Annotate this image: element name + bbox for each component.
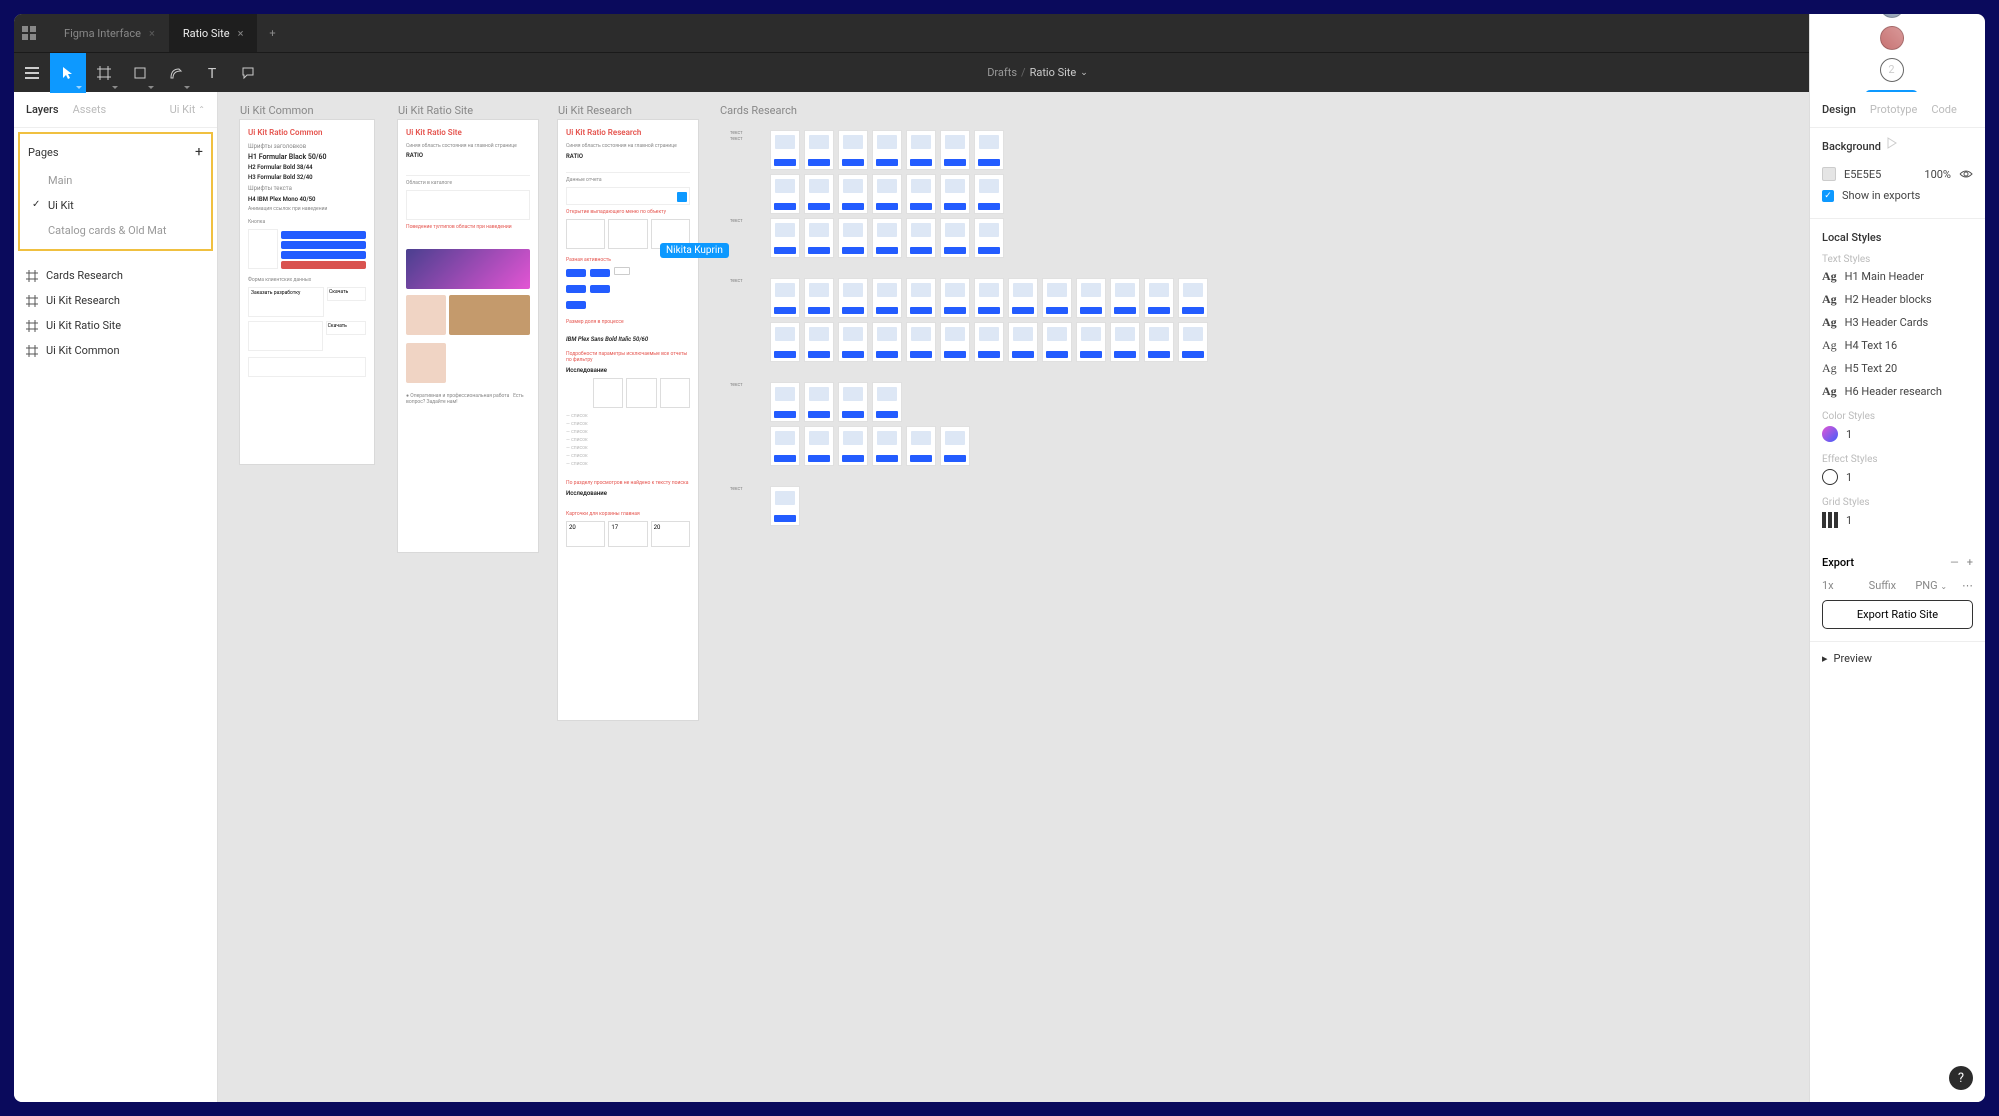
toolbar: T Drafts / Ratio Site ⌄ 2 Share 14%⌄ bbox=[14, 52, 1985, 92]
tab-layers[interactable]: Layers bbox=[26, 103, 59, 116]
plus-icon[interactable]: + bbox=[1967, 556, 1973, 569]
figma-menu-icon[interactable] bbox=[22, 26, 50, 40]
page-catalog[interactable]: Catalog cards & Old Mat bbox=[20, 218, 211, 243]
preview-toggle[interactable]: ▸ Preview bbox=[1810, 642, 1985, 675]
left-panel: Layers Assets Ui Kit⌃ Pages + Main Ui Ki… bbox=[14, 92, 218, 1102]
text-style-item[interactable]: AgH6 Header research bbox=[1822, 380, 1973, 403]
right-panel: Design Prototype Code Background E5E5E5 … bbox=[1809, 92, 1985, 1102]
artboard-ui-kit-common[interactable]: Ui Kit Ratio Common Шрифты заголовков H1… bbox=[240, 120, 374, 464]
more-icon[interactable]: ⋯ bbox=[1962, 579, 1973, 592]
artboard-cards-research[interactable]: тексттекст текст текст bbox=[720, 120, 1240, 640]
frame-item[interactable]: Cards Research bbox=[14, 263, 217, 288]
text-style-item[interactable]: AgH4 Text 16 bbox=[1822, 334, 1973, 357]
color-swatch[interactable] bbox=[1822, 167, 1836, 181]
canvas[interactable]: Ui Kit Common Ui Kit Ratio Common Шрифты… bbox=[218, 92, 1809, 1102]
tab-label: Figma Interface bbox=[64, 27, 141, 40]
text-tool[interactable]: T bbox=[194, 53, 230, 93]
export-format[interactable]: PNG ⌄ bbox=[1915, 579, 1956, 592]
background-color[interactable]: E5E5E5 bbox=[1844, 168, 1881, 181]
frame-label[interactable]: Ui Kit Common bbox=[240, 104, 314, 117]
frame-icon bbox=[26, 320, 38, 332]
close-icon[interactable]: × bbox=[149, 27, 155, 40]
frame-label[interactable]: Ui Kit Ratio Site bbox=[398, 104, 473, 117]
breadcrumb-root[interactable]: Drafts bbox=[987, 66, 1017, 79]
gradient-swatch-icon bbox=[1822, 426, 1838, 442]
help-button[interactable]: ? bbox=[1949, 1066, 1973, 1090]
tab-prototype[interactable]: Prototype bbox=[1870, 103, 1917, 116]
frame-icon bbox=[26, 295, 38, 307]
artboard-ui-kit-research[interactable]: Ui Kit Ratio Research Синяя область сост… bbox=[558, 120, 698, 720]
effect-style-item[interactable]: 1 bbox=[1822, 465, 1973, 489]
frame-icon bbox=[26, 345, 38, 357]
frame-item[interactable]: Ui Kit Ratio Site bbox=[14, 313, 217, 338]
tab-assets[interactable]: Assets bbox=[73, 103, 107, 116]
titlebar: Figma Interface × Ratio Site × + ⌄ — ▢ ✕ bbox=[14, 14, 1985, 52]
tab-code[interactable]: Code bbox=[1931, 103, 1956, 116]
frame-icon bbox=[26, 270, 38, 282]
avatar-count[interactable]: 2 bbox=[1880, 58, 1904, 82]
grid-style-item[interactable]: 1 bbox=[1822, 508, 1973, 532]
page-main[interactable]: Main bbox=[20, 168, 211, 193]
text-style-item[interactable]: AgH2 Header blocks bbox=[1822, 288, 1973, 311]
chevron-down-icon[interactable]: ⌄ bbox=[1080, 68, 1088, 78]
color-style-item[interactable]: 1 bbox=[1822, 422, 1973, 446]
tab-ratio-site[interactable]: Ratio Site × bbox=[169, 14, 258, 52]
frames-list: Cards Research Ui Kit Research Ui Kit Ra… bbox=[14, 255, 217, 371]
comment-tool[interactable] bbox=[230, 53, 266, 93]
left-tabs: Layers Assets Ui Kit⌃ bbox=[14, 92, 217, 128]
grid-swatch-icon bbox=[1822, 512, 1838, 528]
new-tab-button[interactable]: + bbox=[257, 14, 287, 52]
export-scale[interactable]: 1x bbox=[1822, 579, 1863, 592]
svg-text:T: T bbox=[208, 67, 217, 79]
show-exports-checkbox[interactable]: ✓ bbox=[1822, 190, 1834, 202]
frame-label[interactable]: Ui Kit Research bbox=[558, 104, 632, 117]
breadcrumb-file[interactable]: Ratio Site bbox=[1030, 66, 1077, 79]
breadcrumb[interactable]: Drafts / Ratio Site ⌄ bbox=[266, 66, 1809, 79]
move-tool[interactable] bbox=[50, 53, 86, 93]
tab-figma-interface[interactable]: Figma Interface × bbox=[50, 14, 169, 52]
chevron-right-icon: ▸ bbox=[1822, 652, 1828, 665]
close-icon[interactable]: × bbox=[238, 27, 244, 40]
avatar[interactable] bbox=[1880, 14, 1904, 18]
add-page-button[interactable]: + bbox=[195, 144, 203, 160]
frame-tool[interactable] bbox=[86, 53, 122, 93]
minus-icon[interactable]: — bbox=[1950, 556, 1959, 569]
tab-design[interactable]: Design bbox=[1822, 103, 1856, 116]
shape-tool[interactable] bbox=[122, 53, 158, 93]
present-icon[interactable] bbox=[1880, 123, 1904, 163]
frame-label[interactable]: Cards Research bbox=[720, 104, 797, 117]
pages-header: Pages bbox=[28, 146, 59, 159]
tab-label: Ratio Site bbox=[183, 27, 230, 40]
frame-item[interactable]: Ui Kit Common bbox=[14, 338, 217, 363]
export-section: Export — + 1x Suffix PNG ⌄ ⋯ Export Rati… bbox=[1810, 544, 1985, 642]
frame-item[interactable]: Ui Kit Research bbox=[14, 288, 217, 313]
export-button[interactable]: Export Ratio Site bbox=[1822, 600, 1973, 629]
multiplayer-cursor: Nikita Kuprin bbox=[660, 243, 729, 258]
text-style-item[interactable]: AgH3 Header Cards bbox=[1822, 311, 1973, 334]
gradient-preview bbox=[406, 249, 530, 289]
local-styles-section: Local Styles Text Styles AgH1 Main Heade… bbox=[1810, 219, 1985, 544]
text-style-item[interactable]: AgH5 Text 20 bbox=[1822, 357, 1973, 380]
export-suffix[interactable]: Suffix bbox=[1869, 579, 1910, 592]
page-selector[interactable]: Ui Kit⌃ bbox=[170, 103, 205, 116]
effect-swatch-icon bbox=[1822, 469, 1838, 485]
artboard-ui-kit-ratio-site[interactable]: Ui Kit Ratio Site Синяя область состояни… bbox=[398, 120, 538, 552]
text-style-item[interactable]: AgH1 Main Header bbox=[1822, 265, 1973, 288]
avatar[interactable] bbox=[1880, 26, 1904, 50]
pages-section: Pages + Main Ui Kit Catalog cards & Old … bbox=[18, 132, 213, 251]
page-ui-kit[interactable]: Ui Kit bbox=[20, 193, 211, 218]
pen-tool[interactable] bbox=[158, 53, 194, 93]
hamburger-menu-icon[interactable] bbox=[14, 53, 50, 93]
background-opacity[interactable]: 100% bbox=[1924, 168, 1951, 181]
eye-icon[interactable] bbox=[1959, 169, 1973, 179]
